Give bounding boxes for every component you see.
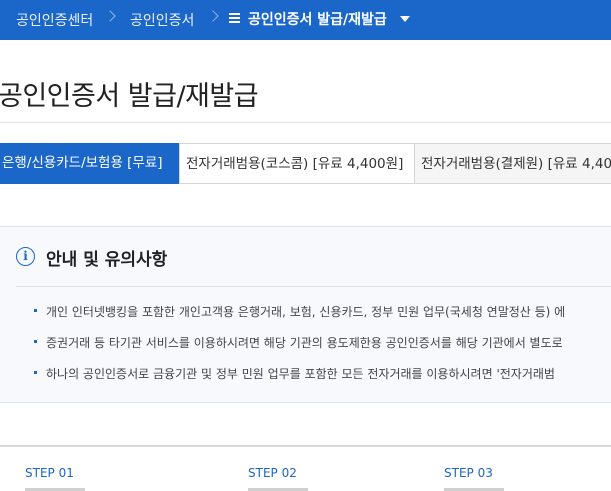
info-icon: i: [16, 247, 35, 266]
page-title: 공인인증서 발급/재발급: [0, 81, 259, 112]
notice-title: 안내 및 유의사항: [46, 250, 168, 270]
caret-down-icon[interactable]: [400, 16, 410, 22]
menu-icon[interactable]: [229, 13, 240, 23]
tab-bank-card-insurance[interactable]: 은행/신용카드/보험용 [무료]: [0, 143, 179, 184]
steps-divider: [0, 445, 611, 447]
breadcrumb-current[interactable]: 공인인증서 발급/재발급: [248, 9, 387, 29]
step-label-2: STEP 02: [248, 466, 297, 480]
tab-general-kftc[interactable]: 전자거래범용(결제원) [유료 4,400원]: [414, 143, 611, 184]
chevron-right-icon: [207, 10, 219, 22]
notice-item: 하나의 공인인증서로 금융기관 및 정부 민원 업무를 포함한 모든 전자거래를…: [34, 365, 611, 396]
step-label-1: STEP 01: [25, 466, 74, 480]
chevron-right-icon: [104, 10, 116, 22]
notice-item: 개인 인터넷뱅킹을 포함한 개인고객용 은행거래, 보험, 신용카드, 정부 민…: [34, 303, 611, 334]
tab-general-koscom[interactable]: 전자거래범용(코스콤) [유료 4,400원]: [179, 143, 415, 184]
top-navigation-bar: 공인인증센터 공인인증서 공인인증서 발급/재발급: [0, 0, 611, 40]
notice-list: 개인 인터넷뱅킹을 포함한 개인고객용 은행거래, 보험, 신용카드, 정부 민…: [34, 303, 611, 396]
title-divider: [0, 122, 611, 123]
certificate-type-tabs: 은행/신용카드/보험용 [무료] 전자거래범용(코스콤) [유료 4,400원]…: [0, 143, 611, 184]
breadcrumb-item-cert-center[interactable]: 공인인증센터: [16, 10, 93, 30]
notice-divider: [16, 286, 611, 287]
notice-item: 증권거래 등 타기관 서비스를 이용하시려면 해당 기관의 용도제한용 공인인증…: [34, 334, 611, 365]
notice-box: i 안내 및 유의사항 개인 인터넷뱅킹을 포함한 개인고객용 은행거래, 보험…: [0, 226, 611, 403]
breadcrumb-item-certificate[interactable]: 공인인증서: [130, 10, 194, 30]
step-label-3: STEP 03: [444, 466, 493, 480]
